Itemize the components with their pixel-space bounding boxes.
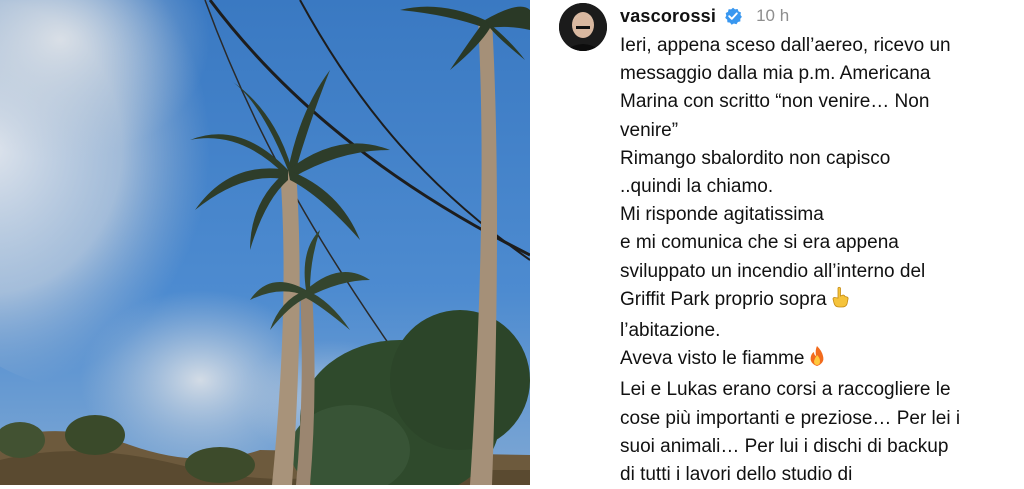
palm-trees-smoke-image xyxy=(0,0,530,485)
caption-line: Rimango sbalordito non capisco xyxy=(620,147,891,169)
caption-line: Ieri, appena sceso dall’aereo, ricevo un xyxy=(620,35,951,56)
caption-text: Griffit Park proprio sopra xyxy=(620,288,827,310)
caption-line: cose più importanti e preziose… Per lei … xyxy=(620,407,961,429)
post-photo[interactable] xyxy=(0,0,530,485)
caption-text: Aveva visto le fiamme xyxy=(620,348,805,370)
username-link[interactable]: vascorossi xyxy=(620,6,716,27)
post-caption: Ieri, appena sceso dall’aereo, ricevo un… xyxy=(620,32,1020,489)
verified-badge-icon xyxy=(724,7,742,25)
caption-line: Lei e Lukas erano corsi a raccogliere le xyxy=(620,379,951,401)
caption-line: e mi comunica che si era appena xyxy=(620,232,899,254)
caption-line: l’abitazione. xyxy=(620,320,721,342)
caption-line-with-emoji: Griffit Park proprio sopra xyxy=(620,286,1020,317)
profile-photo-icon xyxy=(559,3,607,51)
caption-line: Mi risponde agitatissima xyxy=(620,204,824,226)
caption-line-with-emoji: Aveva visto le fiamme xyxy=(620,345,1020,376)
caption-line: sviluppato un incendio all’interno del xyxy=(620,260,926,282)
caption-line: suoi animali… Per lui i dischi di backup xyxy=(620,435,949,457)
avatar[interactable] xyxy=(559,3,607,51)
pointing-up-hand-icon xyxy=(831,286,851,317)
post-view: vascorossi 10 h Ieri, appena sceso dall’… xyxy=(0,0,1024,485)
post-timestamp[interactable]: 10 h xyxy=(756,6,789,26)
post-header: vascorossi 10 h xyxy=(620,3,789,29)
fire-icon xyxy=(808,345,826,376)
caption-line: venire” xyxy=(620,119,679,141)
caption-line: ..quindi la chiamo. xyxy=(620,176,774,198)
caption-line: Marina con scritto “non venire… Non xyxy=(620,91,930,113)
caption-line: messaggio dalla mia p.m. Americana xyxy=(620,63,931,85)
